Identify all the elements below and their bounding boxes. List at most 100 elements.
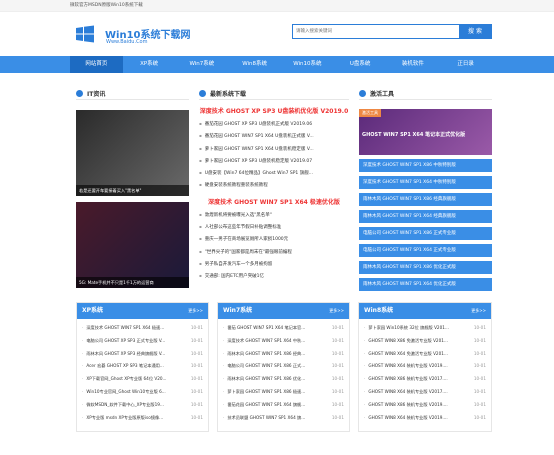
xp-more-link[interactable]: 更多>>: [188, 303, 203, 319]
nav-item-home[interactable]: 网站首页: [70, 56, 123, 73]
item-title[interactable]: GHOST WIN8 X64 装机专业版 V2017....: [364, 386, 472, 399]
list-item[interactable]: GHOST WIN8 X64 装机专业版 V2019....10-01: [364, 412, 486, 425]
list-item[interactable]: 硬盘安装系统教程重装系统教程: [199, 179, 349, 191]
item-title[interactable]: 雨林木风 GHOST WIN7 SP1 X86 经典...: [223, 348, 330, 361]
list-item[interactable]: U盘安装【Win7 64位精品】Ghost Win7 SP1 旗舰...: [199, 167, 349, 179]
tool-item[interactable]: 深度技术 GHOST WIN7 SP1 X64 中秋特别版: [359, 176, 492, 189]
item-title[interactable]: 番茄花园 GHOST WIN7 SP1 X64 旗舰...: [223, 399, 330, 412]
list-item[interactable]: 深度技术 GHOST WIN7 SP1 X64 中秋...10-01: [223, 335, 344, 348]
list-item[interactable]: 番茄花园 GHOST WIN7 SP1 X64 旗舰...10-01: [223, 399, 344, 412]
nav-item-win10[interactable]: Win10系统: [281, 56, 334, 73]
tools-banner-title[interactable]: GHOST WIN7 SP1 X64 笔记本正式优化版: [362, 131, 465, 138]
latest-list-1: 番茄花园 GHOST XP SP3 U盘装机正式版 V2019.06 番茄花园 …: [199, 118, 349, 192]
news-image-2[interactable]: 5G: Mate手机并不只是1千1万的运营商: [76, 202, 189, 288]
list-item[interactable]: 雨林木风 GHOST WIN7 SP1 X86 优化...10-01: [223, 373, 344, 386]
win8-more-link[interactable]: 更多>>: [471, 303, 486, 319]
item-date: 10-01: [331, 376, 344, 382]
item-title[interactable]: XP下载官网_Ghost XP专业版 64位 V20...: [82, 373, 189, 386]
win8-header: Win8系统 更多>>: [359, 303, 491, 319]
item-date: 10-01: [473, 325, 486, 330]
list-item[interactable]: 深度技术 GHOST WIN7 SP1 X64 极速...10-01: [82, 322, 203, 335]
item-title[interactable]: 番茄 GHOST WIN7 SP1 X64 笔记本官...: [223, 322, 330, 335]
search-button[interactable]: 搜 索: [459, 25, 491, 38]
item-title[interactable]: 深度技术 GHOST WIN7 SP1 X64 中秋...: [223, 335, 330, 348]
nav-item-software[interactable]: 装机软件: [387, 56, 440, 73]
xp-list: 深度技术 GHOST WIN7 SP1 X64 极速...10-01 电脑公司 …: [77, 319, 208, 424]
tool-item[interactable]: 深度技术 GHOST WIN7 SP1 X86 中秋特别版: [359, 159, 492, 172]
list-item[interactable]: GHOST WIN8 X64 免激活专业版 V201...10-01: [364, 348, 486, 361]
tool-item[interactable]: 电脑公司 GHOST WIN7 SP1 X64 正式专业版: [359, 244, 492, 257]
list-item[interactable]: GHOST WIN8 X86 免激活专业版 V201...10-01: [364, 335, 486, 348]
item-title[interactable]: GHOST WIN8 X86 免激活专业版 V201...: [364, 335, 472, 348]
list-item[interactable]: GHOST WIN8 X86 装机专业版 V2019....10-01: [364, 399, 486, 412]
item-date: 10-01: [331, 325, 344, 330]
tools-banner[interactable]: 激活工具 GHOST WIN7 SP1 X64 笔记本正式优化版: [359, 109, 492, 155]
nav-item-xp[interactable]: XP系统: [123, 56, 176, 73]
latest-section: 最新系统下载 深度技术 GHOST XP SP3 U盘装机优化版 V2019.0…: [199, 88, 349, 283]
tool-item[interactable]: 雨林木风 GHOST WIN7 SP1 X86 优化正式版: [359, 261, 492, 274]
list-item[interactable]: XP专业版 msdn XP专业版原版iso镜像...10-01: [82, 412, 203, 425]
item-title[interactable]: GHOST WIN8 X64 装机专业版 V2019....: [364, 412, 472, 425]
list-item[interactable]: XP下载官网_Ghost XP专业版 64位 V20...10-01: [82, 373, 203, 386]
tool-item[interactable]: 雨林木风 GHOST WIN7 SP1 X64 经典旗舰版: [359, 210, 492, 223]
list-item[interactable]: 人社部公布这些年节假日补贴调整标准: [199, 221, 349, 233]
item-title[interactable]: XP专业版 msdn XP专业版原版iso镜像...: [82, 412, 189, 425]
item-title[interactable]: 萝卜家园 GHOST WIN7 SP1 X86 极速...: [223, 386, 330, 399]
item-date: 10-01: [473, 363, 486, 369]
search-input[interactable]: [293, 25, 461, 38]
item-title[interactable]: 雨林木风 GHOST XP SP3 经典旗舰版 V...: [82, 348, 189, 361]
item-title[interactable]: 微软MSDN_软件下载中心_XP专业版19...: [82, 399, 189, 412]
list-item[interactable]: 重庆一男子在商场展览厕所人家损1000元: [199, 233, 349, 245]
list-item[interactable]: 番茄花园 GHOST XP SP3 U盘装机正式版 V2019.06: [199, 118, 349, 130]
item-title[interactable]: 萝卜家园 Win10系统 32位 旗舰版 V201...: [364, 322, 472, 335]
list-item[interactable]: GHOST WIN8 X64 装机专业版 V2017....10-01: [364, 386, 486, 399]
tool-item[interactable]: 雨林木风 GHOST WIN7 SP1 X86 经典旗舰版: [359, 193, 492, 206]
item-title[interactable]: 电脑公司 GHOST XP SP3 正式专业版 V...: [82, 335, 189, 348]
list-item[interactable]: 男子私自开发汽车一个多月被拘留: [199, 258, 349, 270]
list-item[interactable]: GHOST WIN8 X64 装机专业版 V2019....10-01: [364, 360, 486, 373]
list-item[interactable]: Acer 宏碁 GHOST XP SP3 笔记本通用...10-01: [82, 360, 203, 373]
item-title[interactable]: 电脑公司 GHOST WIN7 SP1 X86 正式...: [223, 360, 330, 373]
list-item[interactable]: 雨林木风 GHOST WIN7 SP1 X86 经典...10-01: [223, 348, 344, 361]
it-news-title: IT资讯: [87, 91, 106, 98]
list-item[interactable]: 番茄 GHOST WIN7 SP1 X64 笔记本官...10-01: [223, 322, 344, 335]
item-title[interactable]: GHOST WIN8 X64 免激活专业版 V201...: [364, 348, 472, 361]
nav-item-win7[interactable]: Win7系统: [176, 56, 229, 73]
news-image-1-caption[interactable]: 若是还要开车要接着买入"黑名单": [76, 185, 189, 196]
tool-item[interactable]: 电脑公司 GHOST WIN7 SP1 X86 正式专业版: [359, 227, 492, 240]
nav-item-directory[interactable]: 正日录: [439, 56, 492, 73]
list-item[interactable]: 番茄花园 GHOST WIN7 SP1 X64 U盘装机正式版 V...: [199, 130, 349, 142]
item-date: 10-01: [473, 388, 486, 394]
item-title[interactable]: Win10专业官网_Ghost Win10专业版 6...: [82, 386, 189, 399]
item-title[interactable]: GHOST WIN8 X86 装机专业版 V2017....: [364, 373, 472, 386]
list-item[interactable]: 电脑公司 GHOST XP SP3 正式专业版 V...10-01: [82, 335, 203, 348]
item-title[interactable]: GHOST WIN8 X64 装机专业版 V2019....: [364, 360, 472, 373]
list-item[interactable]: 微软MSDN_软件下载中心_XP专业版19...10-01: [82, 399, 203, 412]
latest-headline-1[interactable]: 深度技术 GHOST XP SP3 U盘装机优化版 V2019.0: [199, 106, 349, 115]
item-title[interactable]: Acer 宏碁 GHOST XP SP3 笔记本通用...: [82, 360, 189, 373]
item-title[interactable]: GHOST WIN8 X86 装机专业版 V2019....: [364, 399, 472, 412]
list-item[interactable]: Win10专业官网_Ghost Win10专业版 6...10-01: [82, 386, 203, 399]
list-item[interactable]: 技术员联盟 GHOST WIN7 SP1 X64 旗...10-01: [223, 412, 344, 425]
win7-more-link[interactable]: 更多>>: [329, 303, 344, 319]
item-title[interactable]: 雨林木风 GHOST WIN7 SP1 X86 优化...: [223, 373, 330, 386]
list-item[interactable]: 电脑公司 GHOST WIN7 SP1 X86 正式...10-01: [223, 360, 344, 373]
nav-item-win8[interactable]: Win8系统: [228, 56, 281, 73]
list-item[interactable]: 萝卜家园 GHOST WIN7 SP1 X86 极速...10-01: [223, 386, 344, 399]
list-item[interactable]: 萝卜家园 GHOST XP SP3 U盘装机稳定版 V2019.07: [199, 155, 349, 167]
list-item[interactable]: 交通部: 国内ETC用户突破1亿: [199, 270, 349, 282]
item-title[interactable]: 深度技术 GHOST WIN7 SP1 X64 极速...: [82, 322, 189, 335]
list-item[interactable]: 萝卜家园 Win10系统 32位 旗舰版 V201...10-01: [364, 322, 486, 335]
windows-logo-icon[interactable]: [76, 25, 94, 43]
news-image-1[interactable]: 若是还要开车要接着买入"黑名单": [76, 110, 189, 196]
tool-item[interactable]: 雨林木风 GHOST WIN7 SP1 X64 优化正式版: [359, 278, 492, 291]
nav-item-usb[interactable]: U盘系统: [334, 56, 387, 73]
item-title[interactable]: 技术员联盟 GHOST WIN7 SP1 X64 旗...: [223, 412, 330, 425]
list-item[interactable]: GHOST WIN8 X86 装机专业版 V2017....10-01: [364, 373, 486, 386]
list-item[interactable]: "世界尖子的"国家都是周末在"最强眼前编程: [199, 246, 349, 258]
list-item[interactable]: 敦煌新机将要被曝光入选"黑名单": [199, 209, 349, 221]
list-item[interactable]: 雨林木风 GHOST XP SP3 经典旗舰版 V...10-01: [82, 348, 203, 361]
list-item[interactable]: 萝卜家园 GHOST WIN7 SP1 X64 U盘装机稳定版 V...: [199, 143, 349, 155]
latest-headline-2[interactable]: 深度技术 GHOST WIN7 SP1 X64 极速优化版: [199, 197, 349, 206]
news-image-2-caption[interactable]: 5G: Mate手机并不只是1千1万的运营商: [76, 277, 189, 288]
